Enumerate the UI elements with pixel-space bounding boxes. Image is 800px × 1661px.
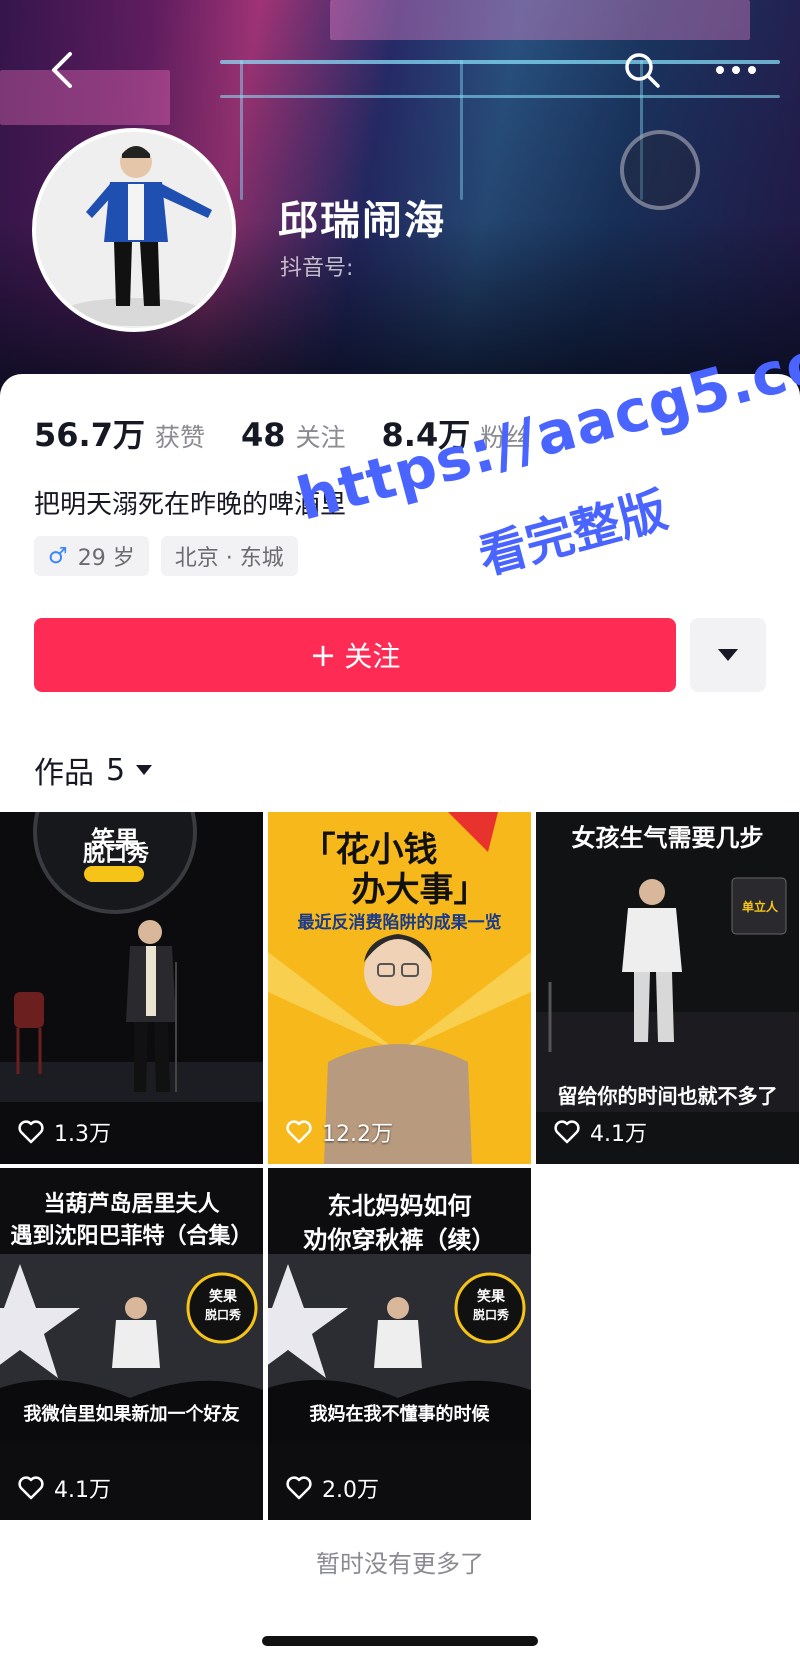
stat-likes[interactable]: 56.7万 获赞: [34, 410, 205, 456]
gender-age-tag: ♂ 29 岁: [34, 536, 149, 576]
male-icon: ♂: [48, 543, 68, 569]
video-tile[interactable]: 笑果 脱口秀 1.3万: [0, 812, 263, 1164]
search-button[interactable]: [620, 48, 664, 92]
following-count: 48: [240, 416, 286, 454]
plus-icon: +: [309, 636, 337, 674]
caret-down-icon: [136, 765, 153, 775]
tile-caption: 我妈在我不懂事的时候: [309, 1404, 490, 1425]
banner-clock: [620, 130, 700, 210]
tile-logo-text: 单立人: [741, 900, 778, 914]
like-count: 12.2万: [286, 1116, 393, 1148]
tile-title: 东北妈妈如何: [327, 1192, 472, 1220]
like-count-text: 4.1万: [590, 1122, 647, 1147]
tab-works[interactable]: 作品 5: [34, 748, 153, 792]
no-more-text: 暂时没有更多了: [316, 1550, 484, 1578]
like-count-text: 12.2万: [322, 1122, 393, 1147]
banner-neon-post: [240, 60, 243, 200]
like-count: 4.1万: [554, 1116, 647, 1148]
heart-icon: [286, 1476, 312, 1500]
like-count: 4.1万: [18, 1472, 111, 1504]
avatar-image: [36, 132, 232, 328]
avatar[interactable]: [32, 128, 236, 332]
age-text: 29 岁: [77, 546, 135, 571]
location-text: 北京 · 东城: [174, 546, 284, 571]
more-icon: [716, 66, 756, 74]
more-button[interactable]: [710, 50, 762, 90]
nickname: 邱瑞闹海: [278, 198, 446, 244]
like-count: 1.3万: [18, 1116, 111, 1148]
following-label: 关注: [295, 423, 346, 452]
works-count: 5: [106, 752, 126, 788]
profile-tags: ♂ 29 岁 北京 · 东城: [34, 536, 310, 576]
tile-caption: 留给你的时间也就不多了: [557, 1084, 778, 1108]
stat-following[interactable]: 48 关注: [241, 416, 346, 454]
tile-title: 女孩生气需要几步: [571, 824, 764, 852]
works-label: 作品: [34, 756, 94, 791]
like-count-text: 2.0万: [322, 1478, 379, 1503]
recommend-dropdown-button[interactable]: [690, 618, 766, 692]
back-icon: [52, 52, 72, 88]
tile-title: 当葫芦岛居里夫人: [43, 1192, 220, 1217]
banner-neon-sign: [0, 70, 170, 125]
tile-title: 劝你穿秋裤（续）: [303, 1226, 496, 1254]
banner-neon-post: [460, 60, 463, 200]
banner-neon-rail: [220, 60, 780, 64]
tile-title: 遇到沈阳巴菲特（合集）: [10, 1224, 253, 1249]
video-tile[interactable]: 女孩生气需要几步 单立人 留给你的时间也就不多了 4.1万: [536, 812, 799, 1164]
likes-count: 56.7万: [34, 416, 145, 454]
location-tag: 北京 · 东城: [160, 536, 298, 576]
heart-icon: [554, 1120, 580, 1144]
home-indicator[interactable]: [262, 1636, 538, 1646]
follow-button[interactable]: + 关注: [34, 618, 676, 692]
search-icon: [625, 53, 660, 88]
douyin-id-label: 抖音号:: [280, 256, 354, 281]
like-count: 2.0万: [286, 1472, 379, 1504]
banner-neon-sign: [330, 0, 750, 40]
tile-logo-text: 脱口秀: [204, 1308, 241, 1322]
tile-logo-text: 脱口秀: [472, 1308, 509, 1322]
video-tile[interactable]: 当葫芦岛居里夫人 遇到沈阳巴菲特（合集） 笑果 脱口秀 我微信里如果新加一个好友…: [0, 1168, 263, 1520]
heart-icon: [18, 1476, 44, 1500]
tile-subtitle: 最近反消费陷阱的成果一览: [297, 913, 502, 933]
video-tile[interactable]: 东北妈妈如何 劝你穿秋裤（续） 笑果 脱口秀 我妈在我不懂事的时候 2.0万: [268, 1168, 531, 1520]
back-button[interactable]: [42, 48, 82, 92]
like-count-text: 1.3万: [54, 1122, 111, 1147]
video-tile[interactable]: 「花小钱 办大事」 最近反消费陷阱的成果一览 12.2万: [268, 812, 531, 1164]
banner-neon-rail: [220, 95, 780, 98]
tile-logo-text: 脱口秀: [82, 842, 149, 867]
tile-caption: 我微信里如果新加一个好友: [23, 1404, 240, 1425]
caret-down-icon: [718, 649, 738, 661]
follow-label: 关注: [344, 640, 401, 673]
tile-logo-text: 笑果: [209, 1289, 237, 1305]
like-count-text: 4.1万: [54, 1478, 111, 1503]
tile-title: 办大事」: [351, 870, 488, 910]
tile-logo-text: 笑果: [477, 1289, 505, 1305]
video-grid: 笑果 脱口秀 1.3万 「花小钱 办大事」 最近反消费陷阱的成果一览 12.2万…: [0, 812, 800, 1520]
heart-icon: [286, 1120, 312, 1144]
heart-icon: [18, 1120, 44, 1144]
video-thumbnail: [536, 812, 799, 1164]
likes-label: 获赞: [154, 423, 205, 452]
